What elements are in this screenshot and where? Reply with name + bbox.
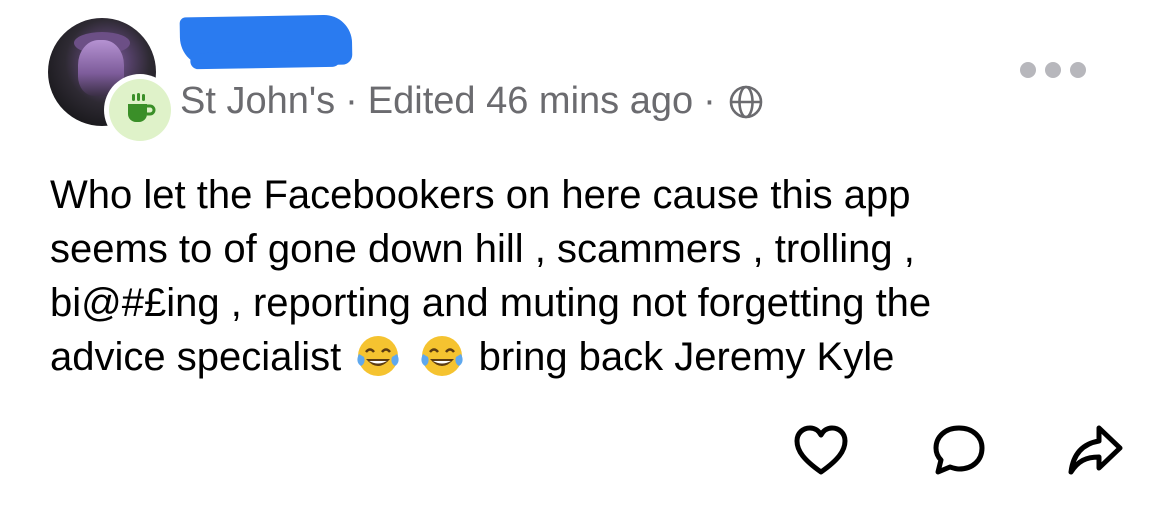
comment-bubble-icon (933, 425, 985, 475)
community-badge[interactable] (104, 74, 176, 146)
coffee-cup-icon (128, 93, 156, 122)
tears-of-joy-emoji (357, 336, 399, 376)
edited-timestamp: Edited 46 mins ago (367, 80, 694, 122)
redacted-author-name (179, 14, 353, 68)
post-text: Who let the Facebookers on here cause th… (50, 168, 1140, 384)
post-text-line-last: advice specialist bring back Jeremy Kyle (50, 330, 1140, 384)
globe-icon (729, 85, 763, 118)
comment-button[interactable] (930, 422, 988, 480)
post-text-line: advice specialist (50, 335, 342, 379)
heart-icon (794, 425, 848, 475)
community-name[interactable]: St John's (180, 80, 335, 123)
post-card: St John's · Edited 46 mins ago · Who let… (0, 0, 1170, 521)
share-arrow-icon (1068, 425, 1123, 475)
post-meta: St John's · Edited 46 mins ago · (180, 80, 764, 123)
meta-separator: · (703, 80, 716, 122)
share-button[interactable] (1066, 422, 1124, 480)
post-text-line: bi@#£ing , reporting and muting not forg… (50, 281, 932, 325)
meta-separator: · (345, 80, 358, 122)
post-text-line: seems to of gone down hill , scammers , … (50, 227, 915, 271)
like-button[interactable] (792, 422, 850, 480)
post-text-tail: bring back Jeremy Kyle (478, 335, 895, 379)
post-actions (0, 422, 1170, 482)
tears-of-joy-emoji (420, 336, 463, 376)
post-text-line: Who let the Facebookers on here cause th… (50, 173, 911, 217)
more-dots-icon[interactable] (1020, 62, 1086, 78)
